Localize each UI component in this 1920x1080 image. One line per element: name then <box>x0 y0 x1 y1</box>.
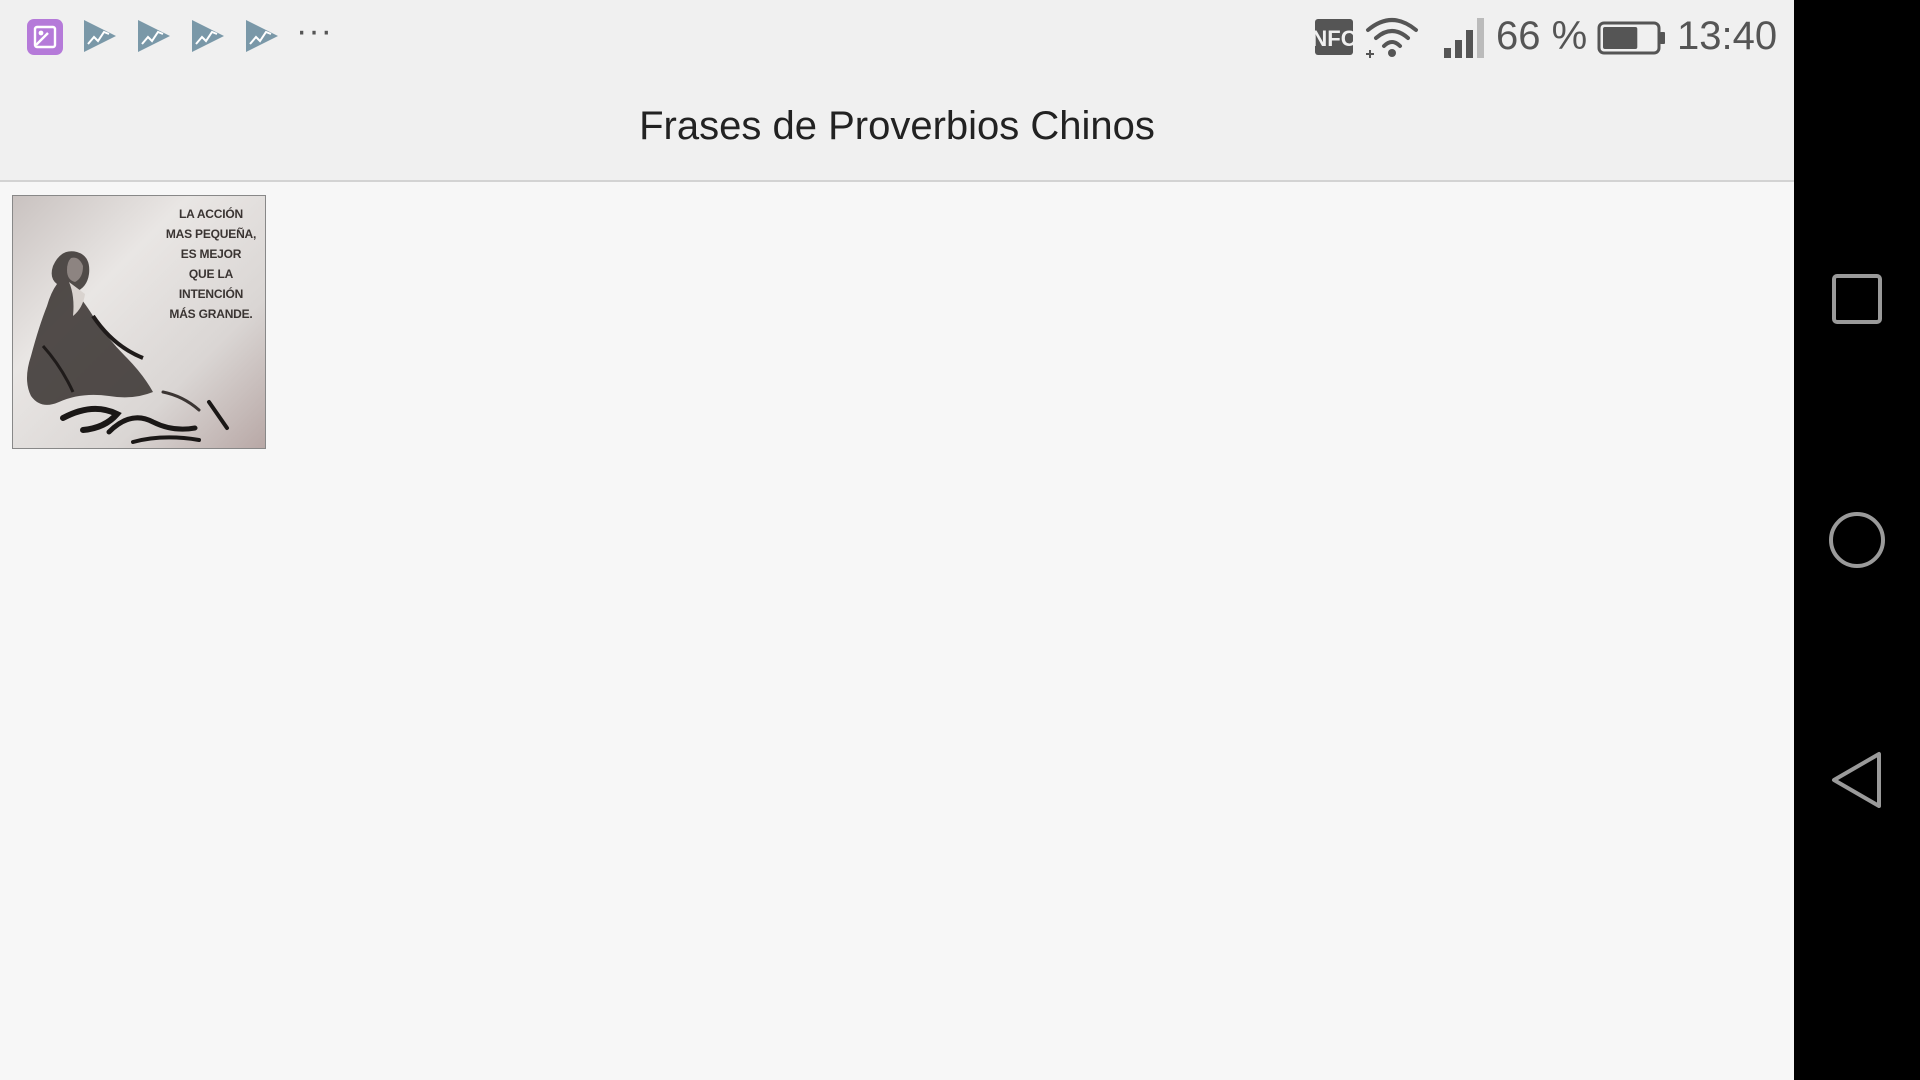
app-title: Frases de Proverbios Chinos <box>639 104 1155 148</box>
app-screen: ··· NFC 66 % 13:40 Frases de Proverbios … <box>0 0 1794 1080</box>
gallery-icon <box>27 19 63 55</box>
proverb-caption: LA ACCIÓN MAS PEQUEÑA, ES MEJOR QUE LA I… <box>163 204 259 324</box>
image-grid: LA ACCIÓN MAS PEQUEÑA, ES MEJOR QUE LA I… <box>0 182 1794 1080</box>
nfc-label: NFC <box>1315 26 1353 51</box>
stock-chart-icon <box>246 20 278 52</box>
status-bar: ··· NFC 66 % 13:40 <box>0 0 1794 74</box>
battery-level-fill <box>1603 27 1638 49</box>
app-bar: Frases de Proverbios Chinos <box>0 74 1794 182</box>
battery-percent: 66 % <box>1496 14 1588 58</box>
back-icon[interactable] <box>1824 750 1890 810</box>
caption-line: INTENCIÓN <box>178 287 244 301</box>
caption-line: ES MEJOR <box>180 247 242 261</box>
cell-signal-icon <box>1444 18 1484 58</box>
battery-icon <box>1597 21 1665 55</box>
home-icon[interactable] <box>1824 510 1890 570</box>
nfc-icon: NFC <box>1315 19 1353 55</box>
caption-line: MÁS GRANDE. <box>169 307 253 321</box>
more-notifications-icon: ··· <box>296 12 333 50</box>
caption-line: MAS PEQUEÑA, <box>165 227 257 241</box>
caption-line: QUE LA <box>188 267 234 281</box>
stock-chart-icon <box>192 20 224 52</box>
wifi-icon <box>1366 18 1418 58</box>
recents-icon[interactable] <box>1824 272 1890 328</box>
stock-chart-icon <box>138 20 170 52</box>
clock: 13:40 <box>1677 14 1778 58</box>
navigation-bar <box>1794 0 1920 1080</box>
caption-line: LA ACCIÓN <box>179 207 243 221</box>
stock-chart-icon <box>84 20 116 52</box>
proverb-image-thumbnail[interactable]: LA ACCIÓN MAS PEQUEÑA, ES MEJOR QUE LA I… <box>12 195 266 449</box>
